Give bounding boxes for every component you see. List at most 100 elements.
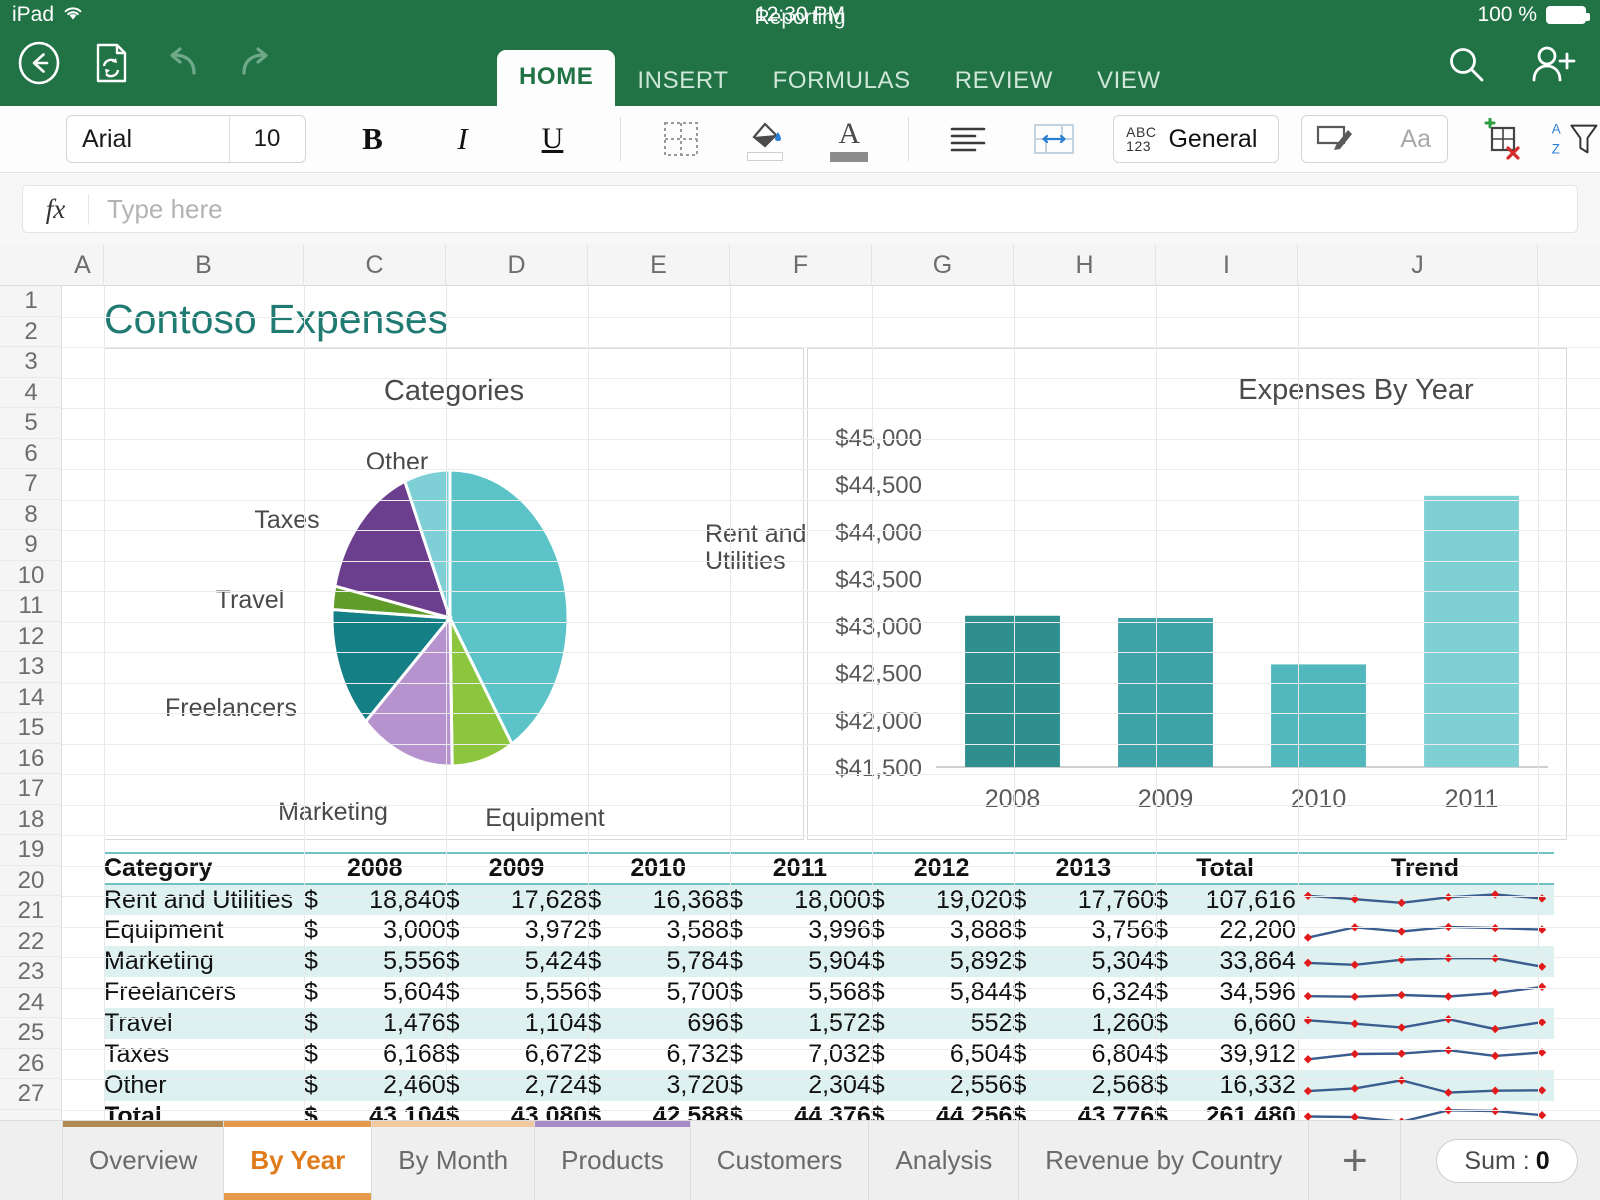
cell-total[interactable]: 33,864 (1180, 946, 1296, 977)
sheet-tab-overview[interactable]: Overview (62, 1121, 225, 1200)
cell-trend-sparkline[interactable] (1295, 1070, 1554, 1101)
row-header-20[interactable]: 20 (0, 866, 62, 896)
cell-value-2011[interactable]: 5,904 (754, 946, 871, 977)
borders-icon[interactable] (656, 114, 706, 164)
cell-value-2012[interactable]: 3,888 (896, 915, 1013, 946)
cell-value-2013[interactable]: 6,324 (1038, 977, 1155, 1008)
cell-value-2011[interactable]: 18,000 (754, 884, 871, 915)
table-row[interactable]: Equipment $3,000 $3,972 $3,588 $3,996 $3,888 $… (104, 915, 1554, 946)
cell-value-2011[interactable]: 2,304 (754, 1070, 871, 1101)
sheet-tab-products[interactable]: Products (535, 1121, 691, 1200)
column-header-j[interactable]: J (1298, 244, 1538, 286)
sheet-canvas[interactable]: Contoso Expenses Categories Rent and Util… (62, 286, 1600, 1120)
cell-value-2011[interactable]: 44,376 (754, 1101, 871, 1120)
cell-value-2010[interactable]: 3,588 (613, 915, 730, 946)
column-header-g[interactable]: G (872, 244, 1014, 286)
row-header-14[interactable]: 14 (0, 683, 62, 713)
cell-value-2012[interactable]: 19,020 (896, 884, 1013, 915)
cell-value-2009[interactable]: 5,424 (471, 946, 588, 977)
cell-value-2013[interactable]: 1,260 (1038, 1008, 1155, 1039)
row-header-21[interactable]: 21 (0, 896, 62, 927)
categories-pie-chart[interactable]: Categories Rent and Utilities Equipment Mar… (104, 348, 805, 840)
number-format-picker[interactable]: ABC 123 General (1113, 115, 1279, 163)
row-header-23[interactable]: 23 (0, 957, 62, 988)
tab-formulas[interactable]: FORMULAS (751, 56, 933, 106)
fill-color-icon[interactable] (740, 114, 790, 164)
cell-value-2008[interactable]: 18,840 (329, 884, 446, 915)
cell-value-2012[interactable]: 5,844 (896, 977, 1013, 1008)
cell-value-2009[interactable]: 43,080 (471, 1101, 588, 1120)
add-person-icon[interactable] (1530, 42, 1576, 88)
tab-view[interactable]: VIEW (1075, 56, 1183, 106)
cell-value-2011[interactable]: 7,032 (754, 1039, 871, 1070)
cell-value-2011[interactable]: 5,568 (754, 977, 871, 1008)
add-sheet-button[interactable]: + (1309, 1121, 1402, 1200)
row-header-8[interactable]: 8 (0, 500, 62, 530)
row-header-22[interactable]: 22 (0, 927, 62, 957)
align-left-icon[interactable] (943, 114, 993, 164)
column-header-d[interactable]: D (446, 244, 588, 286)
cell-total[interactable]: 107,616 (1180, 884, 1296, 915)
row-header-13[interactable]: 13 (0, 652, 62, 683)
sort-filter-icon[interactable]: A Z (1550, 114, 1600, 164)
table-header-category[interactable]: Category (104, 852, 304, 885)
row-header-9[interactable]: 9 (0, 530, 62, 561)
table-header-2012[interactable]: 2012 (870, 852, 1013, 885)
row-header-10[interactable]: 10 (0, 561, 62, 591)
table-row[interactable]: Rent and Utilities $18,840 $17,628 $16,368 $… (104, 884, 1554, 915)
cell-category[interactable]: Other (104, 1070, 304, 1101)
cell-total[interactable]: 22,200 (1180, 915, 1296, 946)
cell-value-2008[interactable]: 6,168 (329, 1039, 446, 1070)
formula-input-wrapper[interactable]: fx Type here (22, 185, 1578, 233)
cell-value-2013[interactable]: 5,304 (1038, 946, 1155, 977)
cell-category[interactable]: Travel (104, 1008, 304, 1039)
undo-icon[interactable] (160, 40, 206, 86)
underline-button[interactable]: U (528, 114, 578, 164)
table-header-total[interactable]: Total (1154, 852, 1296, 885)
cell-value-2008[interactable]: 2,460 (329, 1070, 446, 1101)
cell-value-2013[interactable]: 6,804 (1038, 1039, 1155, 1070)
cell-trend-sparkline[interactable] (1295, 1008, 1554, 1039)
table-row[interactable]: Freelancers $5,604 $5,556 $5,700 $5,568 $5,84… (104, 977, 1554, 1008)
table-header-2011[interactable]: 2011 (729, 852, 871, 885)
tab-review[interactable]: REVIEW (933, 56, 1075, 106)
row-header-5[interactable]: 5 (0, 408, 62, 439)
row-header-26[interactable]: 26 (0, 1049, 62, 1079)
column-header-a[interactable]: A (62, 244, 104, 286)
cell-trend-sparkline[interactable] (1295, 915, 1554, 946)
italic-button[interactable]: I (438, 114, 488, 164)
row-header-27[interactable]: 27 (0, 1079, 62, 1110)
cell-value-2013[interactable]: 43,776 (1038, 1101, 1155, 1120)
cell-total[interactable]: 16,332 (1180, 1070, 1296, 1101)
cell-value-2011[interactable]: 1,572 (754, 1008, 871, 1039)
cell-value-2010[interactable]: 3,720 (613, 1070, 730, 1101)
row-header-15[interactable]: 15 (0, 713, 62, 744)
cell-category[interactable]: Marketing (104, 946, 304, 977)
cell-value-2013[interactable]: 17,760 (1038, 884, 1155, 915)
cell-category[interactable]: Total (104, 1101, 304, 1120)
status-sum-box[interactable]: Sum : 0 (1436, 1139, 1578, 1183)
font-picker[interactable]: Arial 10 (66, 115, 306, 163)
font-color-icon[interactable]: A (824, 114, 874, 164)
cell-value-2009[interactable]: 17,628 (471, 884, 588, 915)
cell-trend-sparkline[interactable] (1295, 884, 1554, 915)
row-header-18[interactable]: 18 (0, 805, 62, 835)
cell-value-2012[interactable]: 44,256 (896, 1101, 1013, 1120)
tab-home[interactable]: HOME (497, 50, 616, 106)
table-row[interactable]: Taxes $6,168 $6,672 $6,732 $7,032 $6,504 $6,80… (104, 1039, 1554, 1070)
column-header-f[interactable]: F (730, 244, 872, 286)
row-header-3[interactable]: 3 (0, 347, 62, 378)
cell-value-2010[interactable]: 5,700 (613, 977, 730, 1008)
cell-value-2012[interactable]: 6,504 (896, 1039, 1013, 1070)
table-header-2008[interactable]: 2008 (303, 852, 446, 885)
cell-value-2011[interactable]: 3,996 (754, 915, 871, 946)
cell-value-2009[interactable]: 5,556 (471, 977, 588, 1008)
cell-value-2009[interactable]: 2,724 (471, 1070, 588, 1101)
cell-value-2008[interactable]: 43,104 (329, 1101, 446, 1120)
formula-input[interactable]: Type here (89, 194, 223, 225)
redo-icon[interactable] (232, 40, 278, 86)
cell-value-2013[interactable]: 2,568 (1038, 1070, 1155, 1101)
table-header-2009[interactable]: 2009 (445, 852, 588, 885)
row-header-2[interactable]: 2 (0, 317, 62, 347)
expenses-by-year-bar-chart[interactable]: Expenses By Year $41,500 $42,000 $42,500 $43… (807, 348, 1567, 840)
